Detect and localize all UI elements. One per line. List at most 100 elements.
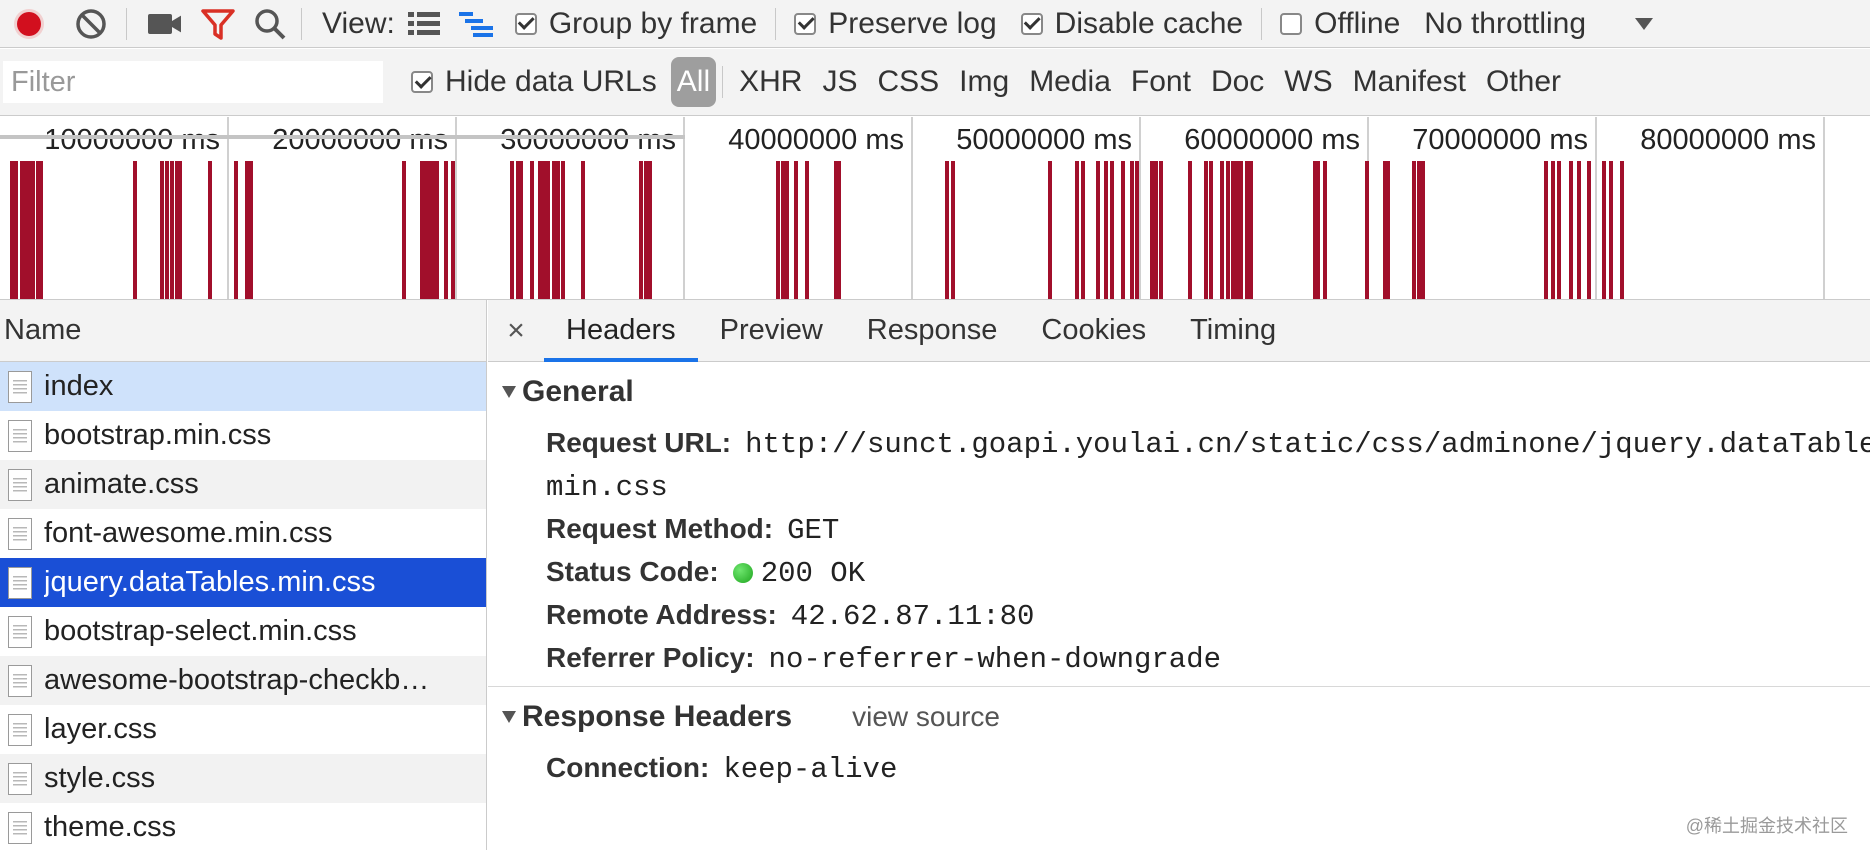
overview-request-bar	[14, 161, 18, 299]
request-name: awesome-bootstrap-checkb…	[44, 664, 430, 696]
overview-request-bar	[1226, 161, 1230, 299]
request-name: theme.css	[44, 811, 177, 843]
request-name: layer.css	[44, 713, 157, 745]
request-name: bootstrap-select.min.css	[44, 615, 357, 647]
general-section-header[interactable]: General	[488, 362, 1870, 422]
network-overview[interactable]: 10000000 ms 20000000 ms 30000000 ms 4000000…	[0, 117, 1870, 300]
overview-request-bar	[546, 161, 550, 299]
overview-request-bar	[1620, 161, 1624, 299]
search-button[interactable]	[253, 7, 287, 41]
type-filter-other[interactable]: Other	[1476, 57, 1571, 107]
type-filter-img[interactable]: Img	[949, 57, 1019, 107]
throttling-value: No throttling	[1424, 6, 1587, 40]
overview-request-bar	[1096, 161, 1100, 299]
overview-request-bar	[1231, 161, 1235, 299]
overview-request-bar	[170, 161, 174, 299]
overview-request-bar	[435, 161, 439, 299]
details-tabs: × Headers Preview Response Cookies Timing	[488, 300, 1870, 362]
hide-data-urls-checkbox[interactable]	[411, 71, 433, 93]
type-filter-manifest[interactable]: Manifest	[1343, 57, 1476, 107]
disable-cache-toggle[interactable]: Disable cache	[1020, 7, 1243, 41]
remote-address-row: Remote Address: 42.62.87.11:80	[488, 594, 1870, 637]
tab-headers[interactable]: Headers	[544, 300, 698, 362]
type-filter-font[interactable]: Font	[1121, 57, 1201, 107]
overview-request-bar	[1365, 161, 1369, 299]
type-filter-ws[interactable]: WS	[1274, 57, 1342, 107]
request-row[interactable]: awesome-bootstrap-checkb…	[0, 656, 486, 705]
overview-request-bar	[781, 161, 785, 299]
referrer-policy-value: no-referrer-when-downgrade	[768, 643, 1222, 676]
overview-request-bar	[208, 161, 212, 299]
tab-response[interactable]: Response	[845, 300, 1020, 361]
network-toolbar: View: Group by frame Preserve log Disabl…	[0, 0, 1870, 48]
clear-button[interactable]	[74, 7, 108, 41]
overview-request-bar	[451, 161, 455, 299]
overview-request-bar	[552, 161, 556, 299]
request-row[interactable]: theme.css	[0, 803, 486, 850]
request-row[interactable]: index	[0, 362, 486, 411]
request-row[interactable]: bootstrap-select.min.css	[0, 607, 486, 656]
overview-request-bar	[510, 161, 514, 299]
view-source-link[interactable]: view source	[852, 701, 1000, 733]
overview-request-bar	[178, 161, 182, 299]
overview-request-bar	[1587, 161, 1591, 299]
tab-preview[interactable]: Preview	[698, 300, 845, 361]
tab-cookies[interactable]: Cookies	[1019, 300, 1168, 361]
group-by-frame-checkbox[interactable]	[514, 12, 537, 35]
large-rows-button[interactable]	[407, 7, 441, 41]
offline-checkbox[interactable]	[1280, 12, 1303, 35]
name-column-header[interactable]: Name	[0, 300, 486, 362]
request-name: font-awesome.min.css	[44, 517, 333, 549]
overview-request-bar	[648, 161, 652, 299]
overview-request-bar	[1249, 161, 1253, 299]
type-filter-all[interactable]: All	[670, 57, 717, 107]
overview-request-bar	[951, 161, 955, 299]
type-filter-xhr[interactable]: XHR	[729, 57, 812, 107]
request-row[interactable]: bootstrap.min.css	[0, 411, 486, 460]
request-row[interactable]: layer.css	[0, 705, 486, 754]
remote-address-label: Remote Address:	[546, 599, 777, 630]
response-headers-section-header[interactable]: Response Headers view source	[488, 687, 1870, 747]
general-title: General	[522, 375, 634, 408]
throttling-select[interactable]: No throttling	[1424, 7, 1654, 41]
status-code-value: 200 OK	[760, 557, 866, 590]
type-filter-js[interactable]: JS	[812, 57, 867, 107]
close-details-button[interactable]: ×	[488, 300, 544, 361]
offline-toggle[interactable]: Offline	[1280, 7, 1400, 41]
filter-input[interactable]	[3, 61, 383, 103]
video-camera-icon	[148, 13, 181, 34]
offline-label: Offline	[1314, 6, 1401, 40]
request-row[interactable]: animate.css	[0, 460, 486, 509]
tab-timing[interactable]: Timing	[1168, 300, 1298, 361]
record-button[interactable]	[12, 7, 46, 41]
hide-data-urls-toggle[interactable]: Hide data URLs	[411, 65, 657, 99]
request-details: × Headers Preview Response Cookies Timing Ge…	[488, 300, 1870, 850]
overview-request-bar	[165, 161, 169, 299]
preserve-log-checkbox[interactable]	[794, 12, 817, 35]
disable-cache-checkbox[interactable]	[1020, 12, 1043, 35]
status-code-label: Status Code:	[546, 556, 719, 587]
overview-request-bar	[639, 161, 643, 299]
screenshot-button[interactable]	[147, 7, 181, 41]
overview-request-bar	[431, 161, 435, 299]
type-filter-doc[interactable]: Doc	[1201, 57, 1274, 107]
overview-request-bar	[1235, 161, 1239, 299]
triangle-down-icon	[502, 711, 516, 723]
search-icon	[255, 8, 286, 39]
view-label: View:	[322, 6, 395, 40]
group-by-frame-toggle[interactable]: Group by frame	[514, 7, 757, 41]
request-row[interactable]: style.css	[0, 754, 486, 803]
overview-request-bar	[427, 161, 431, 299]
overview-button[interactable]	[458, 7, 493, 41]
type-filter-media[interactable]: Media	[1019, 57, 1121, 107]
request-row[interactable]: font-awesome.min.css	[0, 509, 486, 558]
request-url-label: Request URL:	[546, 427, 732, 458]
preserve-log-toggle[interactable]: Preserve log	[794, 7, 997, 41]
overview-request-bar	[581, 161, 585, 299]
request-rows: index bootstrap.min.css animate.css font-aw…	[0, 362, 486, 850]
type-filter-css[interactable]: CSS	[867, 57, 949, 107]
remote-address-value: 42.62.87.11:80	[790, 600, 1035, 633]
overview-request-bar	[444, 161, 448, 299]
filter-toggle-button[interactable]	[201, 7, 235, 41]
request-row[interactable]: jquery.dataTables.min.css	[0, 558, 486, 607]
